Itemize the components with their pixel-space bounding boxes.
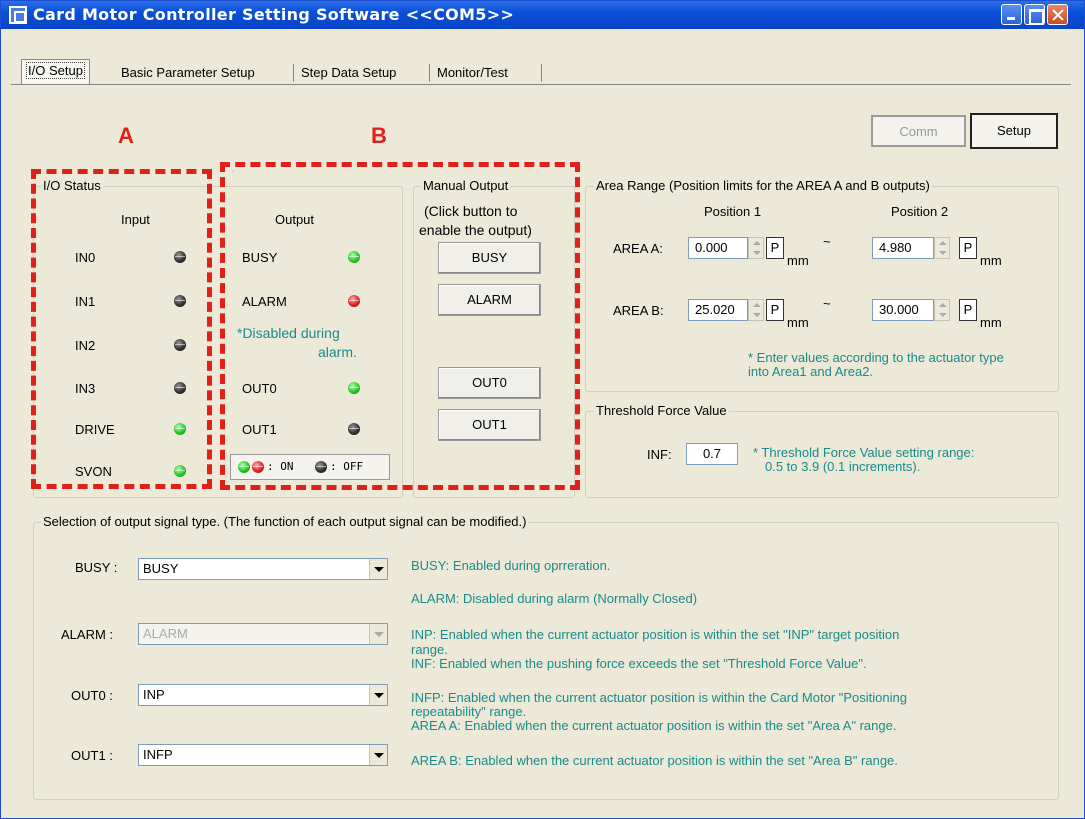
area-b-label: AREA B: [613, 303, 664, 318]
tab-panel-border [11, 84, 1071, 85]
desc-inf: INF: Enabled when the pushing force exce… [411, 656, 867, 671]
chevron-down-icon [369, 624, 387, 644]
out1-select-value: INFP [143, 747, 173, 762]
area-a-pos2-spinner[interactable] [934, 237, 950, 259]
tab-monitor-test[interactable]: Monitor/Test [433, 62, 512, 84]
out1-select-label: OUT1 : [71, 748, 113, 763]
desc-inp-line2: range. [411, 642, 448, 657]
area-range-legend: Area Range (Position limits for the AREA… [594, 178, 932, 193]
desc-infp-line2: repeatability" range. [411, 704, 527, 719]
desc-area-a: AREA A: Enabled when the current actuato… [411, 718, 897, 733]
area-a-pos1-input[interactable]: 0.000 [688, 237, 748, 259]
inf-input[interactable]: 0.7 [686, 443, 738, 465]
busy-select[interactable]: BUSY [138, 558, 388, 580]
desc-alarm: ALARM: Disabled during alarm (Normally C… [411, 591, 698, 606]
area-b-pos1-input[interactable]: 25.020 [688, 299, 748, 321]
unit-mm: mm [980, 253, 1002, 268]
annotation-b: B [371, 123, 387, 148]
chevron-down-icon[interactable] [369, 745, 387, 765]
maximize-icon[interactable] [1024, 4, 1045, 25]
threshold-legend: Threshold Force Value [594, 403, 729, 418]
annotation-box-a [31, 169, 212, 489]
area-a-pos2-input[interactable]: 4.980 [872, 237, 934, 259]
area-note-line2: into Area1 and Area2. [748, 364, 874, 379]
unit-mm: mm [980, 315, 1002, 330]
area-b-pos2-p-button[interactable]: P [959, 299, 977, 321]
chevron-down-icon[interactable] [369, 685, 387, 705]
alarm-select: ALARM [138, 623, 388, 645]
close-icon[interactable] [1047, 4, 1068, 25]
annotation-box-b [220, 162, 580, 490]
tab-separator [429, 64, 430, 82]
desc-area-b: AREA B: Enabled when the current actuato… [411, 753, 898, 768]
minimize-icon[interactable] [1001, 4, 1022, 25]
area-b-pos1-spinner[interactable] [748, 299, 764, 321]
tab-separator [541, 64, 542, 82]
busy-select-label: BUSY : [75, 560, 118, 575]
desc-inp-line1: INP: Enabled when the current actuator p… [411, 627, 900, 642]
unit-mm: mm [787, 315, 809, 330]
tilde: ~ [823, 296, 831, 311]
threshold-note-line2: 0.5 to 3.9 (0.1 increments). [765, 459, 921, 474]
inf-label: INF: [647, 447, 672, 462]
tilde: ~ [823, 234, 831, 249]
tab-io-setup[interactable]: I/O Setup [21, 59, 90, 84]
out0-select-label: OUT0 : [71, 688, 113, 703]
area-b-pos2-spinner[interactable] [934, 299, 950, 321]
area-a-pos2-p-button[interactable]: P [959, 237, 977, 259]
unit-mm: mm [787, 253, 809, 268]
area-b-pos2-input[interactable]: 30.000 [872, 299, 934, 321]
out0-select-value: INP [143, 687, 165, 702]
position-2-header: Position 2 [891, 204, 949, 219]
tab-step-data-setup[interactable]: Step Data Setup [297, 62, 400, 84]
threshold-note-line1: * Threshold Force Value setting range: [753, 445, 975, 460]
position-1-header: Position 1 [704, 204, 762, 219]
area-note-line1: * Enter values according to the actuator… [748, 350, 1004, 365]
out1-select[interactable]: INFP [138, 744, 388, 766]
area-b-pos1-p-button[interactable]: P [766, 299, 784, 321]
comm-button[interactable]: Comm [871, 115, 966, 147]
alarm-select-value: ALARM [143, 626, 188, 641]
annotation-a: A [118, 123, 134, 148]
busy-select-value: BUSY [143, 561, 179, 576]
tab-basic-parameter-setup[interactable]: Basic Parameter Setup [117, 62, 259, 84]
signal-selection-legend: Selection of output signal type. (The fu… [41, 514, 529, 529]
desc-infp-line1: INFP: Enabled when the current actuator … [411, 690, 907, 705]
setup-button[interactable]: Setup [970, 113, 1058, 149]
alarm-select-label: ALARM : [61, 627, 114, 642]
app-icon [9, 6, 27, 24]
out0-select[interactable]: INP [138, 684, 388, 706]
tab-label: I/O Setup [26, 62, 85, 79]
app-window: Card Motor Controller Setting Software <… [0, 0, 1085, 819]
title-bar[interactable]: Card Motor Controller Setting Software <… [1, 1, 1084, 29]
window-title: Card Motor Controller Setting Software <… [33, 5, 515, 24]
area-a-pos1-p-button[interactable]: P [766, 237, 784, 259]
tab-separator [293, 64, 294, 82]
area-a-pos1-spinner[interactable] [748, 237, 764, 259]
desc-busy: BUSY: Enabled during oprreration. [411, 558, 611, 573]
chevron-down-icon[interactable] [369, 559, 387, 579]
area-a-label: AREA A: [613, 241, 663, 256]
